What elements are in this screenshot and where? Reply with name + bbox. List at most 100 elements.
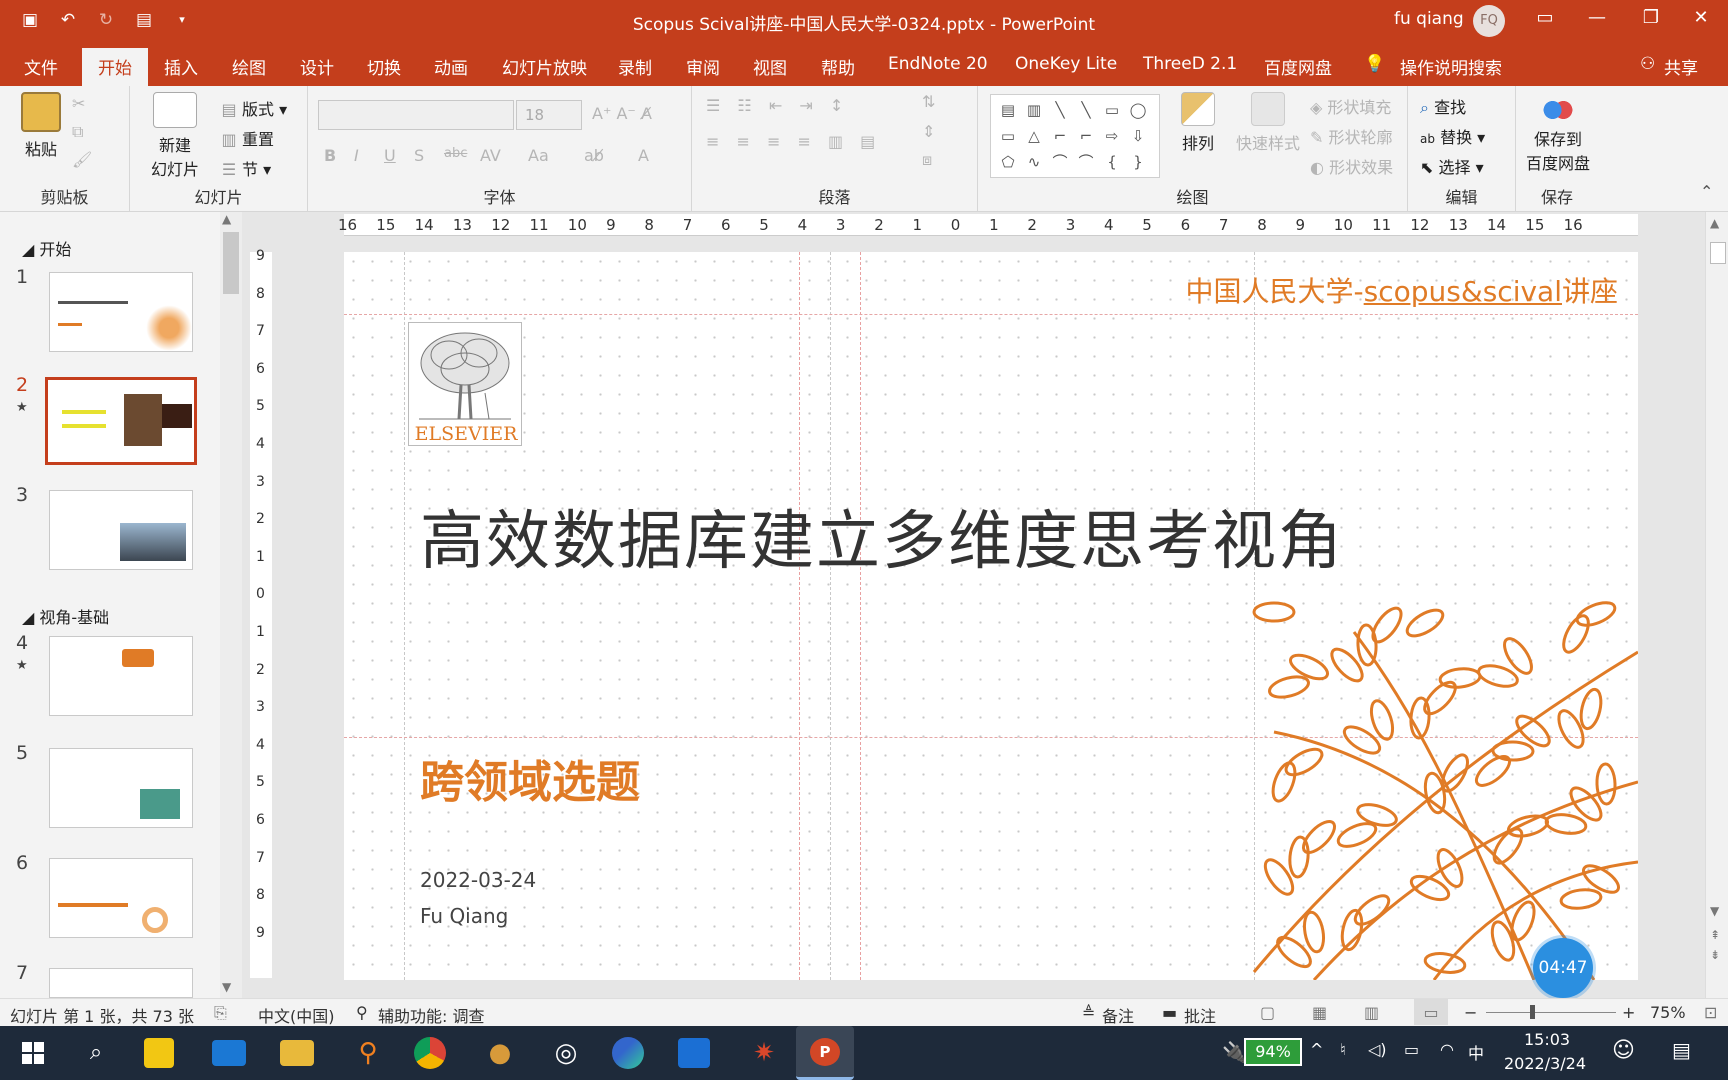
freeform-icon[interactable]: ⬠ — [995, 149, 1021, 175]
shapes-gallery[interactable]: ▤ ▥ ╲ ╲ ▭ ◯ ▭ △ ⌐ ⌐ ⇨ ⇩ ⬠ ∿ ⌒ ⌒{} — [990, 94, 1160, 178]
chrome-icon[interactable] — [414, 1037, 446, 1069]
share-icon[interactable]: ⚇ — [1640, 54, 1655, 74]
char-spacing-button[interactable]: AV — [480, 146, 501, 165]
close-icon[interactable]: ✕ — [1686, 7, 1716, 28]
prev-slide-icon[interactable]: ⇞ — [1710, 928, 1720, 942]
slide-thumbnail-2[interactable] — [45, 377, 197, 465]
scroll-up-icon[interactable]: ▲ — [1710, 216, 1719, 230]
arrow-down-icon[interactable]: ⇩ — [1125, 123, 1151, 149]
mail-icon[interactable] — [212, 1040, 246, 1066]
avatar[interactable]: FQ — [1473, 5, 1505, 37]
save-to-baidu-button[interactable]: 保存到 百度网盘 — [1520, 92, 1596, 174]
rect-icon[interactable]: ▭ — [1099, 97, 1125, 123]
shape-outline-button[interactable]: ✎ 形状轮廓 — [1310, 124, 1393, 148]
layout-button[interactable]: ▤ 版式 ▾ — [216, 96, 287, 120]
wifi-icon[interactable]: ◠ — [1440, 1040, 1454, 1059]
select-button[interactable]: ⬉ 选择 ▾ — [1420, 154, 1484, 178]
reading-view-icon[interactable]: ▥ — [1364, 1003, 1379, 1022]
thumbnail-scrollbar[interactable]: ▲ ▼ — [220, 212, 242, 998]
scroll-thumb[interactable] — [1710, 242, 1726, 264]
search-icon[interactable]: ⌕ — [76, 1034, 116, 1072]
tab-endnote[interactable]: EndNote 20 — [888, 54, 988, 74]
quick-styles-button[interactable]: 快速样式 — [1230, 92, 1306, 154]
shape-fill-button[interactable]: ◈ 形状填充 — [1310, 94, 1391, 118]
slide-thumbnail-3[interactable] — [49, 490, 193, 570]
comments-button[interactable]: 批注 — [1184, 1003, 1216, 1027]
edge-icon[interactable] — [612, 1037, 644, 1069]
clock-date[interactable]: 2022/3/24 — [1504, 1054, 1586, 1073]
wechat-icon[interactable]: ◎ — [546, 1034, 586, 1072]
increase-font-icon[interactable]: A⁺ A⁻ A̸ — [592, 104, 652, 123]
tab-baidu[interactable]: 百度网盘 — [1264, 54, 1332, 79]
restore-icon[interactable]: ❐ — [1636, 7, 1666, 28]
tab-home[interactable]: 开始 — [82, 48, 148, 86]
arc2-icon[interactable]: ⌒ — [1073, 149, 1099, 175]
tab-review[interactable]: 审阅 — [686, 54, 720, 79]
elbow-icon[interactable]: ⌐ — [1047, 123, 1073, 149]
list-icons[interactable]: ☰ ☷ ⇤ ⇥ ↕ — [706, 96, 849, 115]
section-button[interactable]: ☰ 节 ▾ — [216, 156, 271, 180]
tab-view[interactable]: 视图 — [753, 54, 787, 79]
keyboard-icon[interactable]: ▭ — [1404, 1040, 1419, 1059]
format-painter-icon[interactable]: 🖌 — [72, 150, 92, 169]
brace-right-icon[interactable]: } — [1125, 149, 1151, 175]
textbox-icon[interactable]: ▤ — [995, 97, 1021, 123]
language-indicator[interactable]: 中文(中国) — [258, 1003, 335, 1027]
scroll-down-icon[interactable]: ▼ — [222, 980, 231, 994]
tab-transitions[interactable]: 切换 — [367, 54, 401, 79]
triangle-icon[interactable]: △ — [1021, 123, 1047, 149]
slide-canvas[interactable]: 中国人民大学-scopus&scival讲座 ELSEVIER 高效数据库建立多… — [344, 252, 1638, 980]
slide-title[interactable]: 高效数据库建立多维度思考视角 — [420, 490, 1344, 582]
tab-record[interactable]: 录制 — [618, 54, 652, 79]
tab-draw[interactable]: 绘图 — [232, 54, 266, 79]
zoom-level[interactable]: 75% — [1650, 1003, 1686, 1022]
normal-view-icon[interactable]: ▢ — [1260, 1003, 1275, 1022]
zoom-slider-thumb[interactable] — [1530, 1005, 1535, 1019]
game-icon[interactable]: ✷ — [744, 1034, 784, 1072]
zoom-slider[interactable] — [1486, 1012, 1616, 1013]
smartart-icon[interactable]: ⧈ — [922, 150, 932, 170]
share-button[interactable]: 共享 — [1664, 54, 1698, 79]
line-icon[interactable]: ╲ — [1047, 97, 1073, 123]
slideshow-icon[interactable]: ▭ — [1414, 999, 1448, 1025]
app-icon[interactable] — [678, 1038, 710, 1068]
scroll-thumb[interactable] — [223, 232, 239, 294]
cut-icon[interactable]: ✂ — [72, 94, 85, 113]
new-slide-button[interactable]: 新建 幻灯片 — [140, 92, 210, 180]
notifications-icon[interactable]: ▤ — [1672, 1038, 1691, 1062]
accessibility-status[interactable]: 辅助功能: 调查 — [378, 1003, 484, 1027]
align-text-icon[interactable]: ⇕ — [922, 122, 935, 141]
find-button[interactable]: ⌕ 查找 — [1420, 94, 1466, 118]
slide-sorter-icon[interactable]: ▦ — [1312, 1003, 1327, 1022]
section-start[interactable]: ◢ 开始 — [22, 236, 71, 260]
notes-icon[interactable]: ≜ — [1082, 1003, 1095, 1022]
tab-threed[interactable]: ThreeD 2.1 — [1143, 54, 1237, 74]
ime-indicator[interactable]: 中 — [1468, 1040, 1484, 1064]
strikethrough-button[interactable]: abc — [444, 146, 467, 161]
elbow2-icon[interactable]: ⌐ — [1073, 123, 1099, 149]
emoji-icon[interactable]: ☺ — [1612, 1038, 1635, 1063]
powerpoint-taskbar-button[interactable]: P — [796, 1026, 854, 1080]
tab-onekey[interactable]: OneKey Lite — [1015, 54, 1117, 74]
slide-thumbnail-4[interactable] — [49, 636, 193, 716]
tell-me-search[interactable]: 操作说明搜索 — [1400, 54, 1502, 79]
tab-design[interactable]: 设计 — [300, 54, 334, 79]
text-direction-icon[interactable]: ⇅ — [922, 92, 935, 111]
font-size-input[interactable]: 18 — [516, 100, 582, 130]
curve-icon[interactable]: ∿ — [1021, 149, 1047, 175]
battery-indicator[interactable]: 94% — [1244, 1038, 1302, 1066]
sticky-notes-icon[interactable] — [144, 1038, 174, 1068]
tab-help[interactable]: 帮助 — [821, 54, 855, 79]
zoom-in-icon[interactable]: + — [1622, 1003, 1635, 1022]
zoom-out-icon[interactable]: − — [1464, 1003, 1477, 1022]
bold-button[interactable]: B — [324, 146, 336, 165]
ribbon-display-icon[interactable]: ▭ — [1530, 7, 1560, 28]
arrange-button[interactable]: 排列 — [1168, 92, 1228, 154]
oval-icon[interactable]: ◯ — [1125, 97, 1151, 123]
spell-check-icon[interactable]: ⎘ — [214, 1003, 227, 1023]
brace-left-icon[interactable]: { — [1099, 149, 1125, 175]
shape-effects-button[interactable]: ◐ 形状效果 — [1310, 154, 1393, 178]
underline-button[interactable]: U — [384, 146, 396, 165]
slide-author[interactable]: Fu Qiang — [420, 904, 508, 928]
highlight-icon[interactable]: ab̸ — [584, 146, 604, 165]
